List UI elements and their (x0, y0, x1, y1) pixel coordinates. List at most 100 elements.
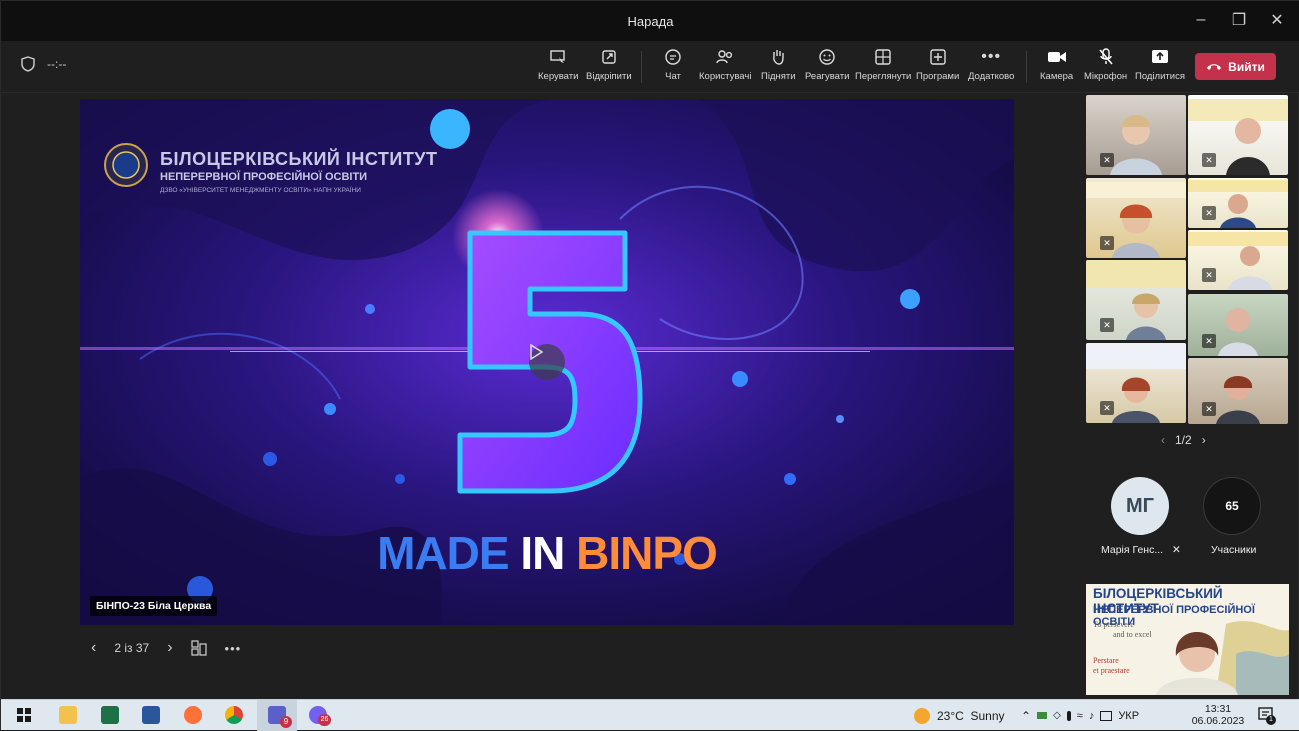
participant-tile[interactable]: ✕ (1188, 95, 1288, 175)
windows-taskbar: 9 26 23°C Sunny ⌃ ◇ ≈ ♪ УКР 13:31 06.06.… (1, 699, 1299, 731)
add-app-icon (929, 49, 946, 65)
maximize-icon[interactable]: ❐ (1224, 7, 1254, 33)
participant-tile[interactable]: ✕ (1086, 178, 1186, 258)
slogan-made: MADE (377, 527, 509, 579)
avatar[interactable]: МГ (1111, 477, 1169, 535)
microphone-button[interactable]: Мікрофон (1084, 47, 1127, 82)
grid-icon (875, 49, 891, 65)
leave-button[interactable]: Вийти (1195, 53, 1276, 80)
presenter-name-label: БІНПО-23 Біла Церква (90, 596, 218, 616)
smiley-icon (819, 49, 835, 65)
previous-slide-icon[interactable]: ‹ (91, 639, 96, 657)
mic-off-icon: ✕ (1202, 334, 1216, 348)
self-view-motto-2: and to excel (1113, 630, 1152, 639)
raise-hand-label: Підняти (761, 71, 796, 82)
avatar-name-row: Марія Генс... ✕ (1101, 544, 1181, 556)
shield-icon[interactable] (21, 56, 35, 72)
camera-button[interactable]: Камера (1040, 47, 1073, 82)
notification-badge: 1 (1266, 715, 1276, 725)
chrome-icon[interactable] (225, 706, 243, 724)
close-icon[interactable]: ✕ (1262, 7, 1292, 33)
apps-label: Програми (916, 71, 960, 82)
unpin-label: Відкріпити (586, 71, 632, 82)
teams-meeting-window: Нарада – ❐ ✕ --:-- Керувати Відкріпити Ч… (0, 0, 1299, 731)
participants-count-button[interactable]: 65 (1203, 477, 1261, 535)
slide-thumbnails-icon[interactable] (190, 640, 207, 656)
clock-time: 13:31 (1204, 703, 1232, 715)
participant-tile[interactable]: ✕ (1188, 294, 1288, 356)
windows-start-icon[interactable] (17, 708, 31, 722)
clock[interactable]: 13:31 06.06.2023 (1191, 703, 1245, 727)
share-icon (1151, 50, 1168, 63)
react-button[interactable]: Реагувати (805, 47, 849, 82)
participant-tile[interactable]: ✕ (1086, 95, 1186, 175)
microphone-label: Мікрофон (1084, 71, 1128, 82)
camera-label: Камера (1040, 71, 1074, 82)
more-label: Додатково (968, 71, 1015, 82)
play-button[interactable] (529, 344, 565, 380)
slide-more-icon[interactable]: ••• (225, 641, 242, 656)
show-hidden-icons-icon[interactable]: ⌃ (1021, 709, 1031, 723)
weather-text: 23°C Sunny (937, 708, 1005, 723)
notifications-button[interactable]: 1 (1258, 707, 1276, 725)
hand-icon (773, 50, 784, 65)
pop-out-icon (602, 50, 616, 64)
share-button[interactable]: Поділитися (1135, 47, 1185, 82)
hang-up-icon (1207, 63, 1222, 70)
meeting-toolbar: --:-- Керувати Відкріпити Чат Користувач… (1, 41, 1299, 93)
battery-icon[interactable] (1037, 712, 1048, 719)
excel-icon[interactable] (101, 706, 119, 724)
weather-widget[interactable]: 23°C Sunny (913, 700, 1005, 731)
mic-tray-icon[interactable] (1066, 710, 1071, 721)
next-page-icon[interactable]: › (1202, 433, 1206, 447)
mic-off-icon: ✕ (1202, 153, 1216, 167)
word-icon[interactable] (142, 706, 160, 724)
mic-off-icon: ✕ (1202, 268, 1216, 282)
unpin-button[interactable]: Відкріпити (586, 47, 632, 82)
participant-tile[interactable]: ✕ (1086, 343, 1186, 423)
more-dots-icon: ••• (981, 48, 1002, 65)
people-button[interactable]: Користувачі (699, 47, 751, 82)
language-indicator[interactable]: УКР (1118, 710, 1139, 722)
firefox-icon[interactable] (184, 706, 202, 724)
chat-button[interactable]: Чат (664, 47, 682, 82)
file-explorer-icon[interactable] (59, 706, 77, 724)
participant-tile[interactable]: ✕ (1188, 230, 1288, 290)
self-view-motto-1: To persevere (1093, 620, 1134, 629)
teams-taskbar-item[interactable]: 9 (257, 700, 297, 731)
screen-icon[interactable] (1100, 710, 1113, 721)
usb-icon[interactable]: ◇ (1053, 710, 1061, 721)
view-button[interactable]: Переглянути (855, 47, 911, 82)
people-icon (716, 50, 733, 64)
logo-line-1: БІЛОЦЕРКІВСЬКИЙ ІНСТИТУТ (160, 149, 438, 169)
system-tray: ⌃ ◇ ≈ ♪ УКР (1021, 700, 1139, 731)
meeting-timer: --:-- (47, 57, 67, 71)
take-control-button[interactable]: Керувати (538, 47, 578, 82)
raise-hand-button[interactable]: Підняти (761, 47, 796, 82)
screen-control-icon (550, 50, 565, 63)
participant-video (1188, 180, 1288, 228)
slide-slogan: MADE IN BINPO (80, 526, 1014, 580)
participant-tile[interactable]: ✕ (1086, 260, 1186, 340)
volume-icon[interactable]: ♪ (1089, 710, 1095, 722)
people-label: Користувачі (699, 71, 752, 82)
self-view-video[interactable]: БІЛОЦЕРКІВСЬКИЙ ІНСТИТУТ НЕПЕРЕРВНОЇ ПРО… (1086, 584, 1289, 695)
play-icon (530, 344, 543, 360)
participant-tile[interactable]: ✕ (1188, 178, 1288, 228)
participant-tile[interactable]: ✕ (1188, 358, 1288, 424)
viber-badge: 26 (318, 714, 331, 726)
shared-content-stage[interactable]: БІЛОЦЕРКІВСЬКИЙ ІНСТИТУТ НЕПЕРЕРВНОЇ ПРО… (80, 99, 1014, 625)
camera-icon (1047, 52, 1066, 62)
self-view-motto-3: Perstare (1093, 656, 1119, 665)
previous-page-icon[interactable]: ‹ (1161, 433, 1165, 447)
more-button[interactable]: ••• Додатково (968, 47, 1015, 83)
wifi-icon[interactable]: ≈ (1077, 710, 1083, 722)
share-label: Поділитися (1135, 71, 1185, 82)
minimize-icon[interactable]: – (1186, 7, 1216, 33)
mic-off-icon: ✕ (1172, 544, 1181, 556)
next-slide-icon[interactable]: › (167, 639, 172, 657)
apps-button[interactable]: Програми (916, 47, 959, 82)
window-controls: – ❐ ✕ (1186, 7, 1292, 33)
logo-line-2: НЕПЕРЕРВНОЇ ПРОФЕСІЙНОЇ ОСВІТИ (160, 171, 368, 183)
mic-off-icon: ✕ (1202, 206, 1216, 220)
